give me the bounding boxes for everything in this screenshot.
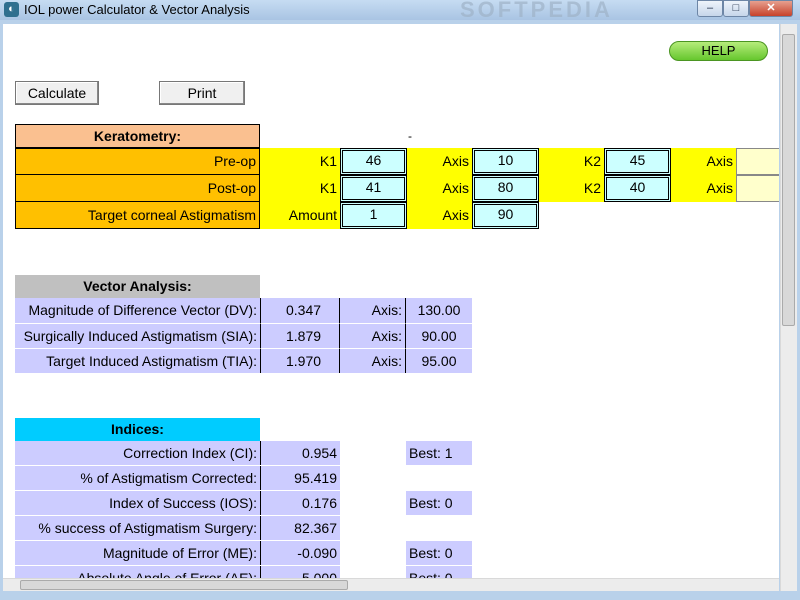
preop-k2-input[interactable]: 45 <box>604 148 671 175</box>
preop-k1-input[interactable]: 46 <box>340 148 407 175</box>
preop-k1-label: K1 <box>319 153 337 169</box>
minimize-button[interactable]: – <box>697 0 723 17</box>
index-row-label: Correction Index (CI): <box>15 441 260 465</box>
vector-row-axis: 130.00 <box>406 298 472 323</box>
target-axis-label: Axis <box>442 207 469 223</box>
preop-axis2-input[interactable] <box>736 148 779 175</box>
help-button[interactable]: HELP <box>669 41 768 61</box>
softpedia-watermark: SOFTPEDIA <box>460 0 613 22</box>
vector-row-label: Surgically Induced Astigmatism (SIA): <box>15 323 260 348</box>
preop-axis2-label: Axis <box>706 153 733 169</box>
postop-k2-input[interactable]: 40 <box>604 175 671 202</box>
vector-row-axis-label: Axis: <box>340 323 406 348</box>
vector-row-value: 0.347 <box>260 298 340 323</box>
close-button[interactable]: ✕ <box>749 0 793 17</box>
print-button[interactable]: Print <box>159 81 245 105</box>
sheet-area: HELP Calculate Print Keratometry: - Pre-… <box>3 24 779 591</box>
postop-axis2-label: Axis <box>706 180 733 196</box>
postop-axis1-label: Axis <box>442 180 469 196</box>
calculate-button[interactable]: Calculate <box>15 81 99 105</box>
keratometry-header: Keratometry: <box>15 124 260 148</box>
vector-analysis-header: Vector Analysis: <box>15 275 260 298</box>
vector-row-label: Target Induced Astigmatism (TIA): <box>15 348 260 373</box>
index-row-label: % success of Astigmatism Surgery: <box>15 516 260 540</box>
target-amount-label: Amount <box>288 207 337 223</box>
index-row-best: Best: 0 <box>406 541 472 565</box>
index-row-value: 0.954 <box>260 441 340 465</box>
index-row-value: 82.367 <box>260 516 340 540</box>
app-icon[interactable]: ◐ <box>4 2 19 17</box>
index-row-best: Best: 1 <box>406 441 472 465</box>
maximize-button[interactable]: □ <box>723 0 749 17</box>
window-bottom-border <box>0 591 800 600</box>
vertical-scroll-thumb[interactable] <box>782 34 795 326</box>
vector-row-axis-label: Axis: <box>340 348 406 373</box>
vector-row-axis: 95.00 <box>406 348 472 373</box>
preop-axis1-input[interactable]: 10 <box>472 148 539 175</box>
postop-k2-label: K2 <box>583 180 601 196</box>
index-row-label: Index of Success (IOS): <box>15 491 260 515</box>
target-axis-input[interactable]: 90 <box>472 202 539 229</box>
vector-row-value: 1.879 <box>260 323 340 348</box>
indices-header: Indices: <box>15 418 260 441</box>
preop-k2-label: K2 <box>583 153 601 169</box>
index-row-best: Best: 0 <box>406 491 472 515</box>
dash-mark: - <box>408 129 412 143</box>
index-row-label: Magnitude of Error (ME): <box>15 541 260 565</box>
postop-label: Post-op <box>15 175 260 202</box>
postop-k1-input[interactable]: 41 <box>340 175 407 202</box>
vector-row-value: 1.970 <box>260 348 340 373</box>
target-label: Target corneal Astigmatism <box>15 202 260 229</box>
window-title: IOL power Calculator & Vector Analysis <box>24 2 250 17</box>
preop-label: Pre-op <box>15 148 260 175</box>
horizontal-scroll-thumb[interactable] <box>20 580 348 590</box>
postop-axis2-input[interactable] <box>736 175 779 202</box>
vector-row-label: Magnitude of Difference Vector (DV): <box>15 298 260 323</box>
index-row-value: -0.090 <box>260 541 340 565</box>
postop-k1-label: K1 <box>319 180 337 196</box>
index-row-value: 95.419 <box>260 466 340 490</box>
target-amount-input[interactable]: 1 <box>340 202 407 229</box>
preop-axis1-label: Axis <box>442 153 469 169</box>
index-row-label: % of Astigmatism Corrected: <box>15 466 260 490</box>
vector-row-axis-label: Axis: <box>340 298 406 323</box>
vector-row-axis: 90.00 <box>406 323 472 348</box>
index-row-value: 0.176 <box>260 491 340 515</box>
postop-axis1-input[interactable]: 80 <box>472 175 539 202</box>
